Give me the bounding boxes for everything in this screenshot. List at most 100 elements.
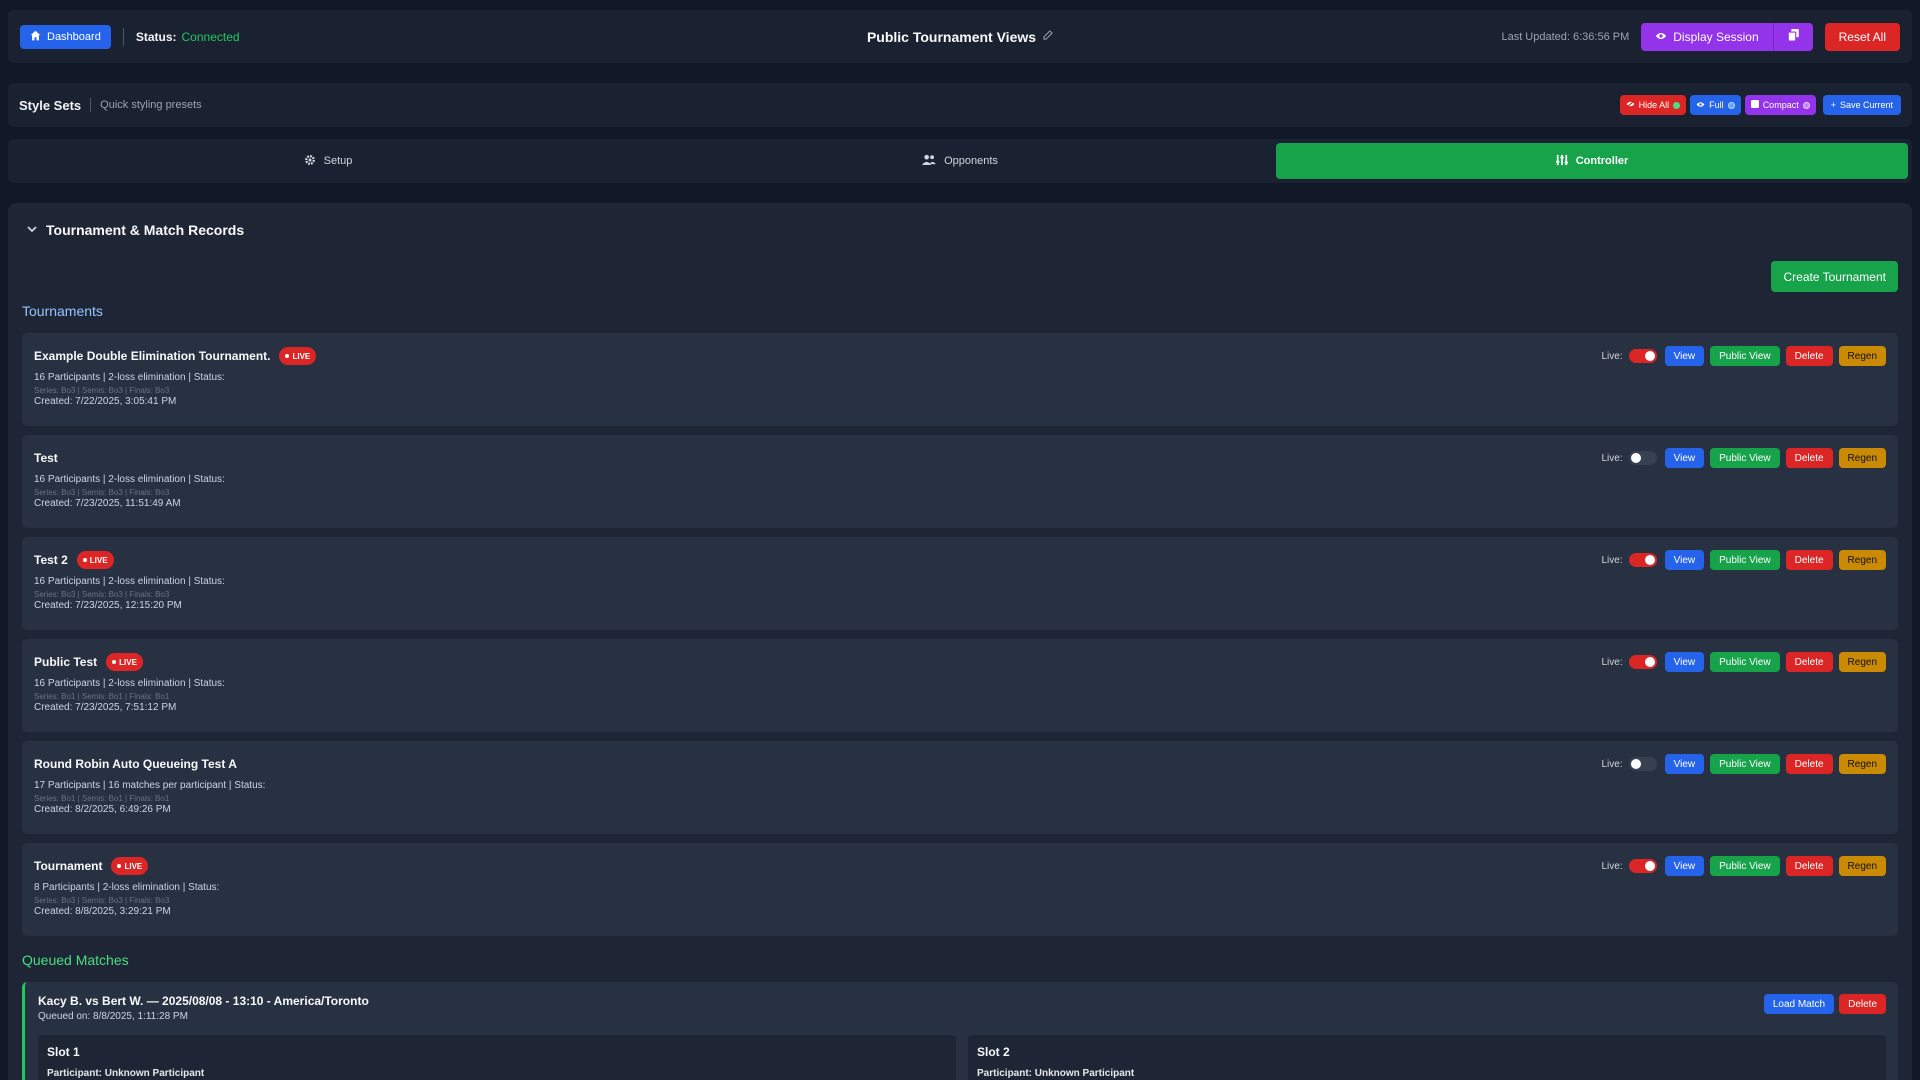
live-dot-icon bbox=[117, 864, 122, 868]
reset-all-button[interactable]: Reset All bbox=[1824, 22, 1900, 51]
delete-button[interactable]: Delete bbox=[1785, 856, 1833, 876]
public-view-button[interactable]: Public View bbox=[1710, 856, 1780, 876]
dashboard-button[interactable]: Dashboard bbox=[20, 24, 111, 49]
tournament-name-row: Round Robin Auto Queueing Test A bbox=[34, 754, 265, 774]
public-view-button[interactable]: Public View bbox=[1710, 652, 1780, 672]
tournament-card: Example Double Elimination Tournament. L… bbox=[22, 333, 1898, 426]
live-toggle[interactable] bbox=[1628, 349, 1657, 363]
queued-match-actions: Load Match Delete bbox=[1763, 994, 1886, 1022]
queued-match-date: Queued on: 8/8/2025, 1:11:28 PM bbox=[38, 1011, 188, 1022]
view-button[interactable]: View bbox=[1664, 754, 1705, 774]
records-panel-header[interactable]: Tournament & Match Records bbox=[22, 203, 1898, 257]
create-row: Create Tournament bbox=[22, 261, 1898, 292]
live-badge: LIVE bbox=[111, 857, 149, 875]
tournament-meta: 16 Participants | 2-loss elimination | S… bbox=[34, 576, 225, 587]
tournament-name: Round Robin Auto Queueing Test A bbox=[34, 757, 237, 771]
live-label: Live: bbox=[1601, 350, 1623, 362]
public-view-button[interactable]: Public View bbox=[1710, 448, 1780, 468]
live-toggle[interactable] bbox=[1628, 655, 1657, 669]
create-tournament-button[interactable]: Create Tournament bbox=[1771, 261, 1898, 292]
tournament-meta: 16 Participants | 2-loss elimination | S… bbox=[34, 372, 225, 383]
regen-button[interactable]: Regen bbox=[1838, 652, 1886, 672]
live-toggle[interactable] bbox=[1628, 553, 1657, 567]
delete-button[interactable]: Delete bbox=[1785, 448, 1833, 468]
tournament-actions: Live: View Public View Delete Regen bbox=[1601, 652, 1886, 672]
view-button[interactable]: View bbox=[1664, 346, 1705, 366]
view-button[interactable]: View bbox=[1664, 652, 1705, 672]
view-button[interactable]: View bbox=[1664, 448, 1705, 468]
tournament-meta: 17 Participants | 16 matches per partici… bbox=[34, 780, 266, 791]
save-current-button[interactable]: + Save Current bbox=[1822, 95, 1901, 115]
load-match-button[interactable]: Load Match bbox=[1763, 994, 1835, 1014]
queued-match-card: Kacy B. vs Bert W. — 2025/08/08 - 13:10 … bbox=[22, 982, 1898, 1080]
status-dot-icon bbox=[1673, 101, 1681, 109]
toggle-knob bbox=[1630, 453, 1641, 463]
slot-title: Slot 1 bbox=[47, 1045, 80, 1059]
public-view-button[interactable]: Public View bbox=[1710, 550, 1780, 570]
live-badge: LIVE bbox=[76, 551, 114, 569]
gear-icon bbox=[304, 154, 316, 169]
status-dot-icon bbox=[1727, 101, 1735, 109]
chevron-down-icon[interactable] bbox=[27, 224, 37, 236]
delete-queued-button[interactable]: Delete bbox=[1839, 994, 1886, 1014]
tournament-name-row: Test 2 LIVE bbox=[34, 550, 225, 570]
style-sets-subtitle: Quick styling presets bbox=[100, 99, 202, 111]
queued-matches-heading: Queued Matches bbox=[22, 952, 129, 968]
status-dot-icon bbox=[1802, 101, 1810, 109]
top-right-controls: Last Updated: 6:36:56 PM Display Session… bbox=[1501, 22, 1900, 51]
records-panel-title: Tournament & Match Records bbox=[46, 222, 245, 238]
delete-button[interactable]: Delete bbox=[1785, 346, 1833, 366]
tournament-created: Created: 8/8/2025, 3:29:21 PM bbox=[34, 906, 171, 917]
tournament-name-row: Public Test LIVE bbox=[34, 652, 225, 672]
tab-bar: Setup Opponents Controller bbox=[8, 139, 1912, 183]
live-dot-icon bbox=[82, 558, 87, 562]
live-label: Live: bbox=[1601, 554, 1623, 566]
slot-title: Slot 2 bbox=[977, 1045, 1010, 1059]
tournament-meta: 8 Participants | 2-loss elimination | St… bbox=[34, 882, 220, 893]
tournament-created: Created: 7/22/2025, 3:05:41 PM bbox=[34, 396, 177, 407]
tournament-name-row: Tournament LIVE bbox=[34, 856, 219, 876]
regen-button[interactable]: Regen bbox=[1838, 550, 1886, 570]
regen-button[interactable]: Regen bbox=[1838, 448, 1886, 468]
tab-opponents-label: Opponents bbox=[944, 155, 998, 167]
compact-button[interactable]: Compact bbox=[1744, 95, 1816, 115]
hide-all-button[interactable]: Hide All bbox=[1619, 95, 1687, 115]
live-toggle[interactable] bbox=[1628, 859, 1657, 873]
tournament-info: Tournament LIVE 8 Participants | 2-loss … bbox=[34, 856, 219, 936]
live-badge: LIVE bbox=[279, 347, 317, 365]
delete-button[interactable]: Delete bbox=[1785, 550, 1833, 570]
display-session-button[interactable]: Display Session bbox=[1641, 22, 1773, 51]
delete-button[interactable]: Delete bbox=[1785, 652, 1833, 672]
tournament-created: Created: 7/23/2025, 12:15:20 PM bbox=[34, 600, 182, 611]
live-badge-label: LIVE bbox=[124, 861, 143, 871]
view-button[interactable]: View bbox=[1664, 856, 1705, 876]
tournament-info: Test 2 LIVE 16 Participants | 2-loss eli… bbox=[34, 550, 225, 630]
tournament-info: Example Double Elimination Tournament. L… bbox=[34, 346, 317, 426]
view-button[interactable]: View bbox=[1664, 550, 1705, 570]
live-toggle[interactable] bbox=[1628, 451, 1657, 465]
public-view-button[interactable]: Public View bbox=[1710, 346, 1780, 366]
delete-button[interactable]: Delete bbox=[1785, 754, 1833, 774]
divider bbox=[90, 98, 92, 112]
tab-opponents[interactable]: Opponents bbox=[644, 143, 1276, 179]
divider bbox=[122, 27, 124, 46]
display-session-label: Display Session bbox=[1673, 29, 1759, 44]
tournament-created: Created: 7/23/2025, 7:51:12 PM bbox=[34, 702, 177, 713]
copy-button[interactable] bbox=[1772, 22, 1813, 51]
sliders-icon bbox=[1555, 154, 1568, 169]
dashboard-label: Dashboard bbox=[47, 30, 101, 43]
tournament-actions: Live: View Public View Delete Regen bbox=[1601, 856, 1886, 876]
pencil-icon[interactable] bbox=[1043, 30, 1053, 43]
tab-setup[interactable]: Setup bbox=[12, 143, 644, 179]
live-toggle[interactable] bbox=[1628, 757, 1657, 771]
hide-all-label: Hide All bbox=[1638, 100, 1670, 110]
full-button[interactable]: Full bbox=[1690, 95, 1741, 115]
tab-controller-label: Controller bbox=[1575, 155, 1629, 167]
regen-button[interactable]: Regen bbox=[1838, 346, 1886, 366]
tournament-series: Series: Bo1 | Semis: Bo1 | Finals: Bo1 bbox=[34, 794, 170, 803]
regen-button[interactable]: Regen bbox=[1838, 856, 1886, 876]
regen-button[interactable]: Regen bbox=[1838, 754, 1886, 774]
tab-controller[interactable]: Controller bbox=[1276, 143, 1908, 179]
public-view-button[interactable]: Public View bbox=[1710, 754, 1780, 774]
eye-off-icon bbox=[1626, 100, 1635, 110]
